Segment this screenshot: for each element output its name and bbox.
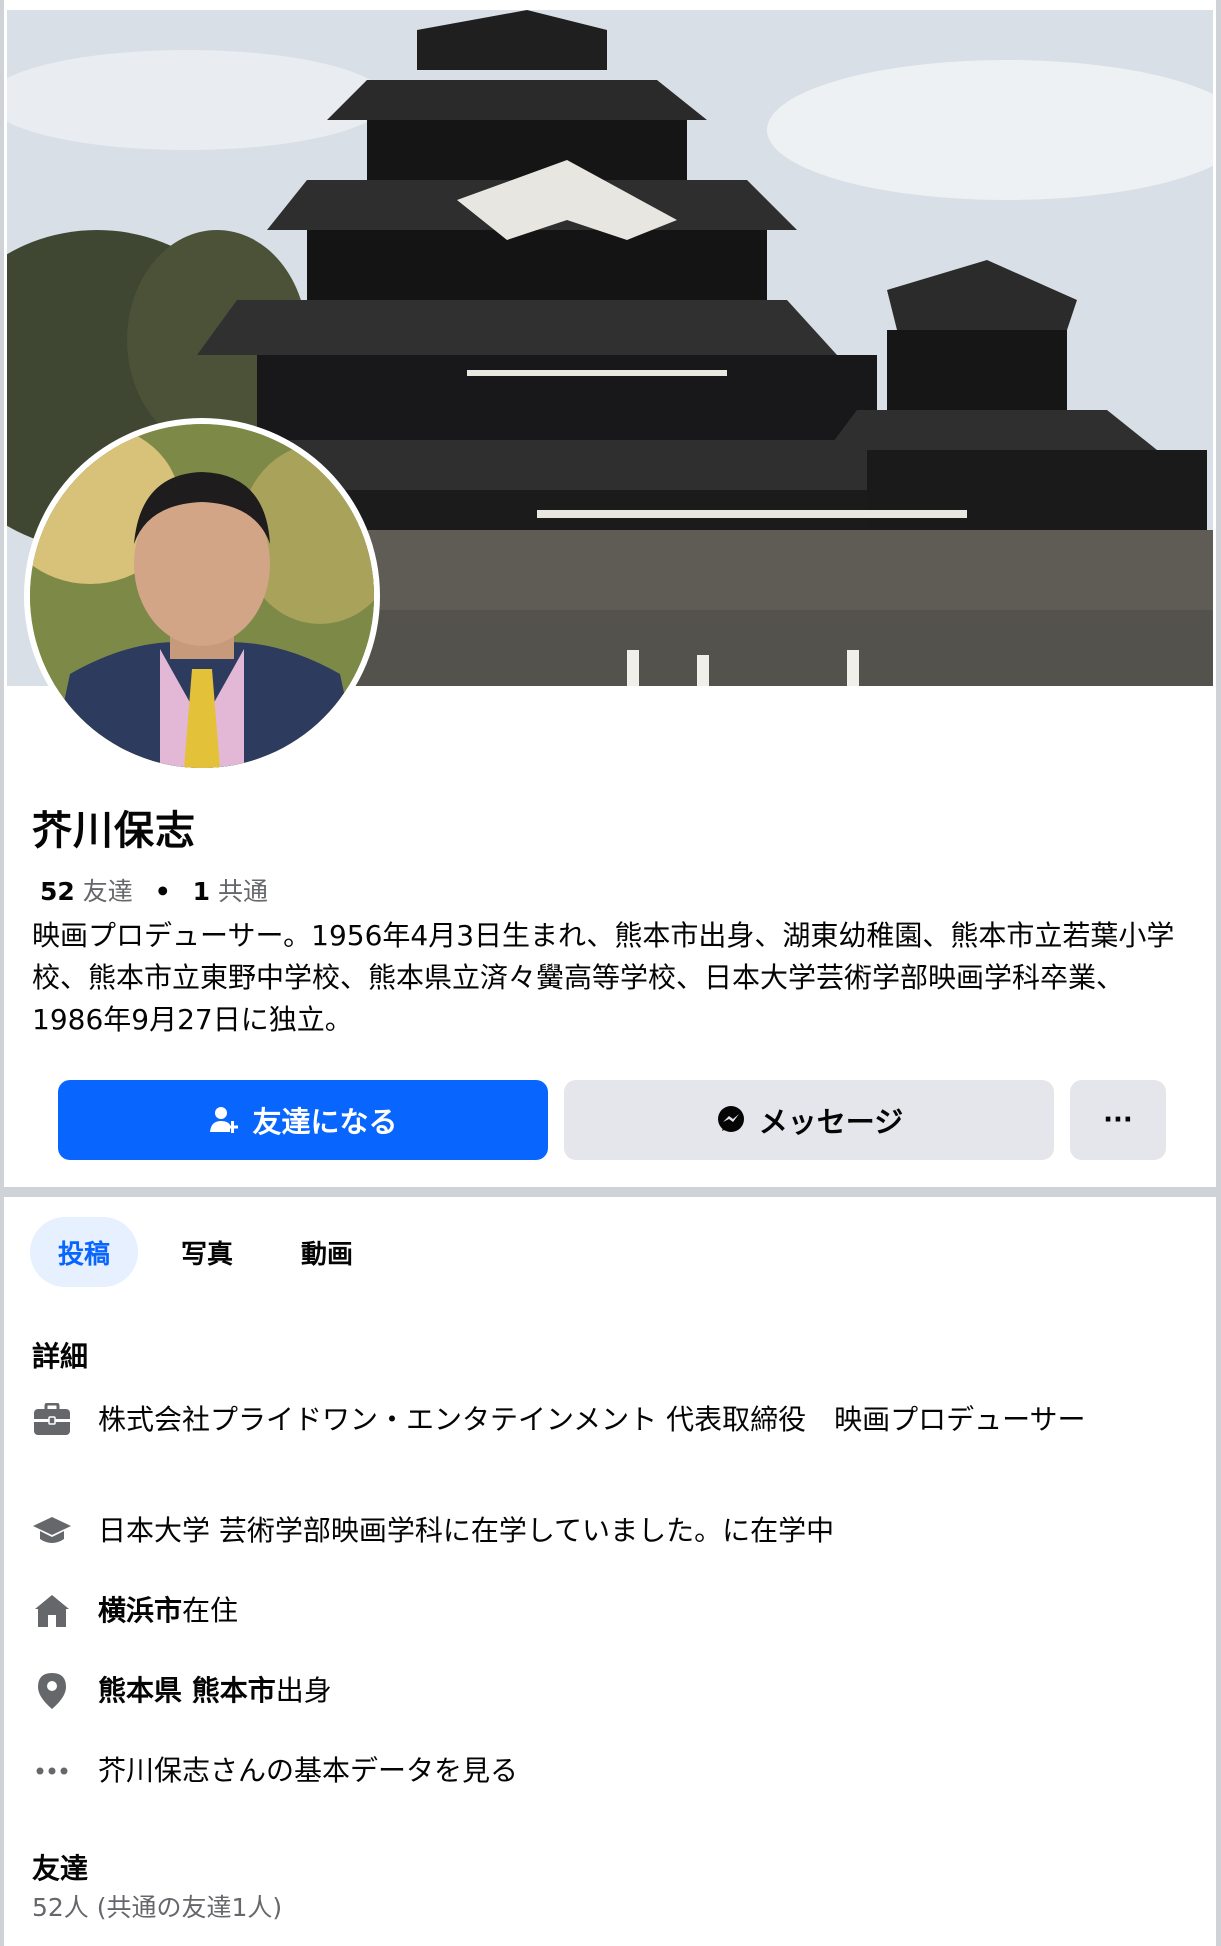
add-friend-button[interactable]: 友達になる bbox=[58, 1080, 548, 1160]
hometown-suffix: 出身 bbox=[275, 1674, 332, 1707]
section-divider bbox=[4, 1187, 1216, 1197]
residence-text: 横浜市在住 bbox=[98, 1591, 1192, 1631]
details-heading: 詳細 bbox=[32, 1340, 89, 1373]
separator-dot: • bbox=[154, 877, 171, 906]
profile-portrait-illustration bbox=[30, 424, 374, 768]
more-icon: ··· bbox=[1103, 1105, 1133, 1135]
friends-label: 友達 bbox=[82, 877, 133, 906]
profile-content-card: 投稿 写真 動画 詳細 株式会社プライドワン・エンタテインメント 代表取締役 映… bbox=[4, 1197, 1216, 1946]
add-friend-label: 友達になる bbox=[252, 1105, 398, 1139]
detail-work: 株式会社プライドワン・エンタテインメント 代表取締役 映画プロデューサー bbox=[32, 1400, 1192, 1440]
tab-posts[interactable]: 投稿 bbox=[30, 1217, 138, 1287]
profile-bio: 映画プロデューサー。1956年4月3日生まれ、熊本市出身、湖東幼稚園、熊本市立若… bbox=[32, 919, 1175, 1036]
profile-name: 芥川保志 bbox=[32, 808, 196, 854]
tab-videos[interactable]: 動画 bbox=[272, 1217, 382, 1287]
briefcase-icon bbox=[32, 1400, 72, 1440]
messenger-icon bbox=[717, 1106, 744, 1132]
profile-page: 芥川保志 52 友達 • 1 共通 映画プロデューサー。1956年4月3日生まれ… bbox=[4, 0, 1216, 1946]
tab-photos[interactable]: 写真 bbox=[152, 1217, 262, 1287]
friends-count: 52 bbox=[40, 877, 75, 906]
message-button[interactable]: メッセージ bbox=[564, 1080, 1054, 1160]
graduation-cap-icon bbox=[32, 1511, 72, 1551]
work-text: 株式会社プライドワン・エンタテインメント 代表取締役 映画プロデューサー bbox=[98, 1403, 1086, 1436]
friends-summary[interactable]: 52人 (共通の友達1人) bbox=[32, 1888, 282, 1924]
residence-place[interactable]: 横浜市 bbox=[98, 1594, 182, 1627]
message-label: メッセージ bbox=[758, 1105, 904, 1139]
detail-residence: 横浜市在住 bbox=[32, 1591, 1192, 1631]
detail-see-more[interactable]: 芥川保志さんの基本データを見る bbox=[32, 1751, 1192, 1791]
hometown-place[interactable]: 熊本県 熊本市 bbox=[98, 1674, 276, 1707]
mutual-count: 1 bbox=[192, 877, 211, 906]
see-more-text: 芥川保志さんの基本データを見る bbox=[98, 1754, 519, 1787]
home-icon bbox=[32, 1591, 72, 1631]
residence-suffix: 在住 bbox=[182, 1594, 239, 1627]
detail-education: 日本大学 芸術学部映画学科に在学していました。に在学中 bbox=[32, 1511, 1192, 1551]
location-pin-icon bbox=[32, 1671, 72, 1711]
friend-counts[interactable]: 52 友達 • 1 共通 bbox=[40, 872, 268, 908]
profile-picture[interactable] bbox=[24, 418, 380, 774]
friends-heading: 友達 bbox=[32, 1852, 89, 1885]
more-options-button[interactable]: ··· bbox=[1070, 1080, 1166, 1160]
profile-header-card: 芥川保志 52 友達 • 1 共通 映画プロデューサー。1956年4月3日生まれ… bbox=[4, 0, 1216, 1187]
ellipsis-icon bbox=[32, 1751, 72, 1791]
profile-picture-image bbox=[30, 424, 374, 768]
education-text: 日本大学 芸術学部映画学科に在学していました。に在学中 bbox=[98, 1514, 835, 1547]
detail-hometown: 熊本県 熊本市出身 bbox=[32, 1671, 1192, 1711]
mutual-label: 共通 bbox=[218, 877, 269, 906]
person-add-icon bbox=[210, 1107, 239, 1133]
hometown-text: 熊本県 熊本市出身 bbox=[98, 1671, 1192, 1711]
